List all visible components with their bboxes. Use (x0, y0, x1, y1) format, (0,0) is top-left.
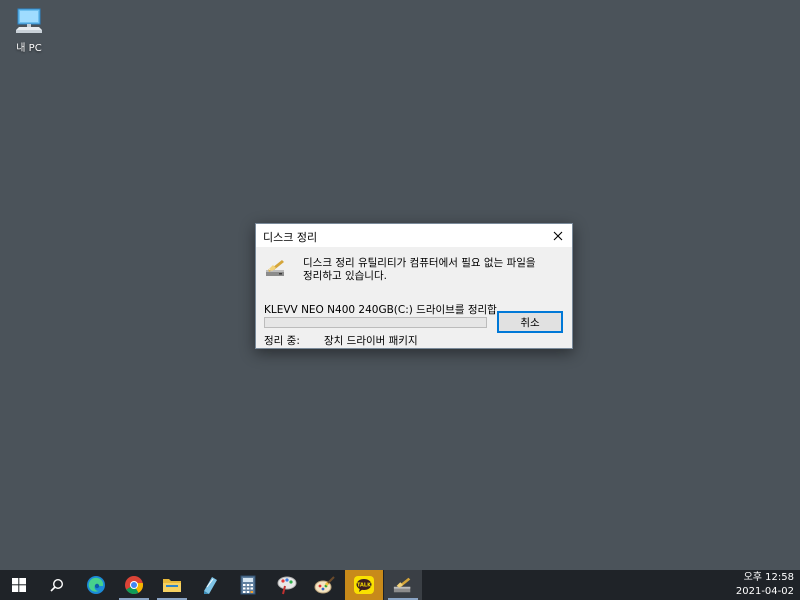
folder-icon (163, 579, 181, 592)
kakaotalk-icon: TALK (354, 576, 374, 594)
taskbar-clock[interactable]: 오후 12:58 2021-04-02 (724, 571, 794, 599)
disk-cleanup-dialog: 디스크 정리 디스크 정리 유틸리티가 컴퓨터에서 필요 없는 파일을 정리하고… (255, 223, 573, 349)
close-button[interactable] (544, 224, 572, 247)
search-icon (50, 578, 64, 592)
kakaotalk-badge: TALK (357, 583, 372, 589)
cancel-button[interactable]: 취소 (497, 311, 563, 333)
taskbar-app-disk-cleanup[interactable] (384, 570, 422, 600)
taskbar-app-chrome[interactable] (115, 570, 153, 600)
chrome-icon (125, 576, 144, 595)
taskbar-app-calculator[interactable] (229, 570, 267, 600)
brush-icon (314, 576, 335, 594)
notepad-icon (204, 577, 217, 594)
start-button[interactable] (0, 570, 38, 600)
search-button[interactable] (38, 570, 76, 600)
taskbar-app-edge[interactable] (77, 570, 115, 600)
taskbar-app-paint[interactable] (268, 570, 306, 600)
dialog-message-line: 정리하고 있습니다. (303, 270, 387, 282)
desktop-icon-my-pc[interactable]: 내 PC (6, 8, 52, 60)
disk-cleanup-icon (393, 577, 411, 593)
dialog-titlebar[interactable]: 디스크 정리 (256, 224, 572, 247)
windows-logo-icon (12, 578, 26, 592)
taskbar-app-brush[interactable] (306, 570, 344, 600)
taskbar-app-file-explorer[interactable] (153, 570, 191, 600)
clock-date: 2021-04-02 (735, 586, 794, 597)
close-icon (553, 231, 563, 240)
edge-icon (87, 576, 105, 594)
taskbar-app-kakaotalk[interactable]: TALK (345, 570, 383, 600)
computer-icon (16, 8, 42, 33)
status-value: 장치 드라이버 패키지 (324, 335, 418, 347)
drive-text: KLEVV NEO N400 240GB(C:) 드라이브를 정리합 (264, 304, 497, 316)
dialog-title: 디스크 정리 (263, 231, 318, 244)
taskbar-app-notes[interactable] (191, 570, 229, 600)
taskbar: TALK 오후 12:58 2021-04-02 (0, 570, 800, 600)
dialog-message: 디스크 정리 유틸리티가 컴퓨터에서 필요 없는 파일을 정리하고 있습니다. (303, 257, 563, 283)
dialog-message-line: 디스크 정리 유틸리티가 컴퓨터에서 필요 없는 파일을 (303, 257, 536, 269)
calculator-icon (240, 575, 256, 595)
cleanup-progress-bar (264, 317, 487, 328)
clock-time: 오후 12:58 (743, 572, 794, 583)
desktop-icon-label: 내 PC (16, 43, 42, 54)
disk-cleanup-icon (266, 260, 284, 276)
status-label: 정리 중: (264, 335, 300, 347)
paint-icon (277, 576, 297, 595)
